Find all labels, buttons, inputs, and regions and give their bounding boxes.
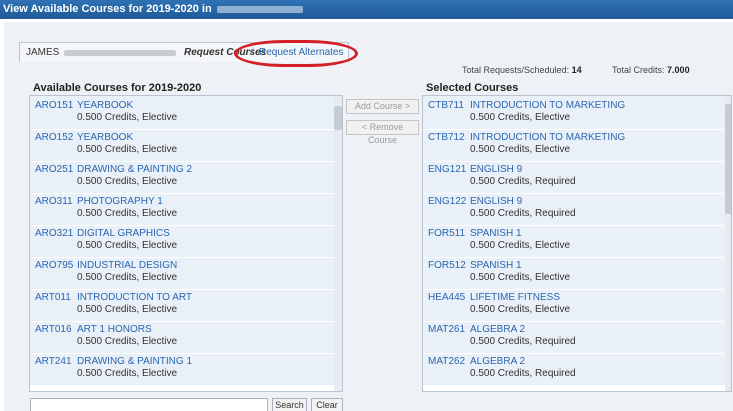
course-name[interactable]: DIGITAL GRAPHICS	[77, 228, 170, 239]
course-credits-detail: 0.500 Credits, Required	[470, 208, 576, 219]
course-code[interactable]: ARO321	[35, 228, 73, 239]
course-row[interactable]: ARO321 DIGITAL GRAPHICS 0.500 Credits, Ele…	[30, 224, 334, 258]
course-row[interactable]: FOR511 SPANISH 1 0.500 Credits, Elective	[423, 224, 725, 258]
course-code[interactable]: CTB712	[428, 132, 465, 143]
redacted-school-name	[216, 5, 303, 13]
course-name[interactable]: DRAWING & PAINTING 1	[77, 356, 192, 367]
course-credits-detail: 0.500 Credits, Required	[470, 368, 576, 379]
available-scrollbar[interactable]	[334, 96, 342, 391]
course-credits-detail: 0.500 Credits, Elective	[470, 304, 571, 315]
course-code[interactable]: FOR511	[428, 228, 465, 239]
course-name[interactable]: INTRODUCTION TO MARKETING	[470, 132, 625, 143]
course-credits-detail: 0.500 Credits, Elective	[77, 176, 178, 187]
course-name[interactable]: PHOTOGRAPHY 1	[77, 196, 163, 207]
selected-courses-list[interactable]: MAT262 ALGEBRA 2 0.500 Credits, Required MA…	[422, 95, 732, 392]
course-name[interactable]: DRAWING & PAINTING 2	[77, 164, 192, 175]
course-row[interactable]: MAT261 ALGEBRA 2 0.500 Credits, Required	[423, 320, 725, 354]
course-credits-detail: 0.500 Credits, Elective	[77, 144, 178, 155]
course-credits-detail: 0.500 Credits, Elective	[470, 272, 571, 283]
course-row[interactable]: ART011 INTRODUCTION TO ART 0.500 Credits, …	[30, 288, 334, 322]
course-row[interactable]: CTB711 INTRODUCTION TO MARKETING 0.500 Cre…	[423, 96, 725, 130]
course-row[interactable]: ENG122 ENGLISH 9 0.500 Credits, Required	[423, 192, 725, 226]
course-row[interactable]: ARO151 YEARBOOK 0.500 Credits, Elective	[30, 96, 334, 130]
course-code[interactable]: ENG121	[428, 164, 466, 175]
course-credits-detail: 0.500 Credits, Elective	[77, 112, 178, 123]
window-title-bar: View Available Courses for 2019-2020 in	[0, 0, 733, 19]
course-row[interactable]: MAT262 ALGEBRA 2 0.500 Credits, Required	[423, 352, 725, 386]
course-row[interactable]: ARO311 PHOTOGRAPHY 1 0.500 Credits, Electi…	[30, 192, 334, 226]
available-scroll-thumb[interactable]	[334, 106, 342, 130]
course-row[interactable]: ARO251 DRAWING & PAINTING 2 0.500 Credits,…	[30, 160, 334, 194]
course-code[interactable]: MAT262	[428, 356, 465, 367]
course-code[interactable]: ART241	[35, 356, 72, 367]
course-credits-detail: 0.500 Credits, Required	[470, 176, 576, 187]
course-search-input[interactable]	[30, 398, 268, 411]
search-button[interactable]: Search	[272, 398, 307, 411]
course-row[interactable]: ARO795 INDUSTRIAL DESIGN 0.500 Credits, El…	[30, 256, 334, 290]
course-row[interactable]: HEA445 LIFETIME FITNESS 0.500 Credits, Ele…	[423, 288, 725, 322]
course-code[interactable]: ARO151	[35, 100, 73, 111]
course-code[interactable]: ARO795	[35, 260, 73, 271]
clear-button[interactable]: Clear	[311, 398, 343, 411]
course-credits-detail: 0.500 Credits, Elective	[470, 144, 571, 155]
course-row[interactable]: CTB712 INTRODUCTION TO MARKETING 0.500 Cre…	[423, 128, 725, 162]
course-name[interactable]: YEARBOOK	[77, 132, 133, 143]
course-code[interactable]: ARO311	[35, 196, 73, 207]
course-name[interactable]: SPANISH 1	[470, 228, 522, 239]
course-credits-detail: 0.500 Credits, Elective	[77, 368, 178, 379]
course-code[interactable]: ARO251	[35, 164, 73, 175]
course-credits-detail: 0.500 Credits, Required	[470, 336, 576, 347]
window-title: View Available Courses for 2019-2020 in	[3, 3, 212, 15]
course-name[interactable]: INTRODUCTION TO MARKETING	[470, 100, 625, 111]
remove-course-button[interactable]: < Remove Course	[346, 120, 419, 145]
course-name[interactable]: ART 1 HONORS	[77, 324, 152, 335]
course-name[interactable]: ENGLISH 9	[470, 196, 522, 207]
course-code[interactable]: HEA445	[428, 292, 465, 303]
course-credits-detail: 0.500 Credits, Elective	[470, 112, 571, 123]
selected-scroll-thumb[interactable]	[725, 104, 731, 214]
course-name[interactable]: YEARBOOK	[77, 100, 133, 111]
course-code[interactable]: CTB711	[428, 100, 464, 111]
redacted-student-info	[64, 50, 176, 56]
highlight-circle-annotation	[234, 40, 358, 67]
course-name[interactable]: ALGEBRA 2	[470, 356, 525, 367]
course-row[interactable]: ENG121 ENGLISH 9 0.500 Credits, Required	[423, 160, 725, 194]
course-credits-detail: 0.500 Credits, Elective	[77, 304, 178, 315]
selected-courses-heading: Selected Courses	[426, 82, 519, 94]
course-name[interactable]: LIFETIME FITNESS	[470, 292, 560, 303]
total-requests: Total Requests/Scheduled: 14	[462, 65, 582, 75]
selected-scrollbar[interactable]	[725, 96, 731, 391]
total-requests-value: 14	[571, 65, 582, 75]
course-code[interactable]: FOR512	[428, 260, 466, 271]
course-row[interactable]: ART241 DRAWING & PAINTING 1 0.500 Credits,…	[30, 352, 334, 386]
course-row[interactable]: ARO152 YEARBOOK 0.500 Credits, Elective	[30, 128, 334, 162]
course-code[interactable]: ARO152	[35, 132, 73, 143]
course-name[interactable]: ENGLISH 9	[470, 164, 522, 175]
available-courses-heading: Available Courses for 2019-2020	[33, 82, 202, 94]
course-name[interactable]: INTRODUCTION TO ART	[77, 292, 192, 303]
course-credits-detail: 0.500 Credits, Elective	[470, 240, 571, 251]
course-code[interactable]: MAT261	[428, 324, 465, 335]
course-row[interactable]: FOR512 SPANISH 1 0.500 Credits, Elective	[423, 256, 725, 290]
course-code[interactable]: ART016	[35, 324, 72, 335]
total-credits-value: 7.000	[667, 65, 690, 75]
course-credits-detail: 0.500 Credits, Elective	[77, 208, 178, 219]
total-credits: Total Credits: 7.000	[612, 65, 690, 75]
total-credits-label: Total Credits:	[612, 65, 665, 75]
add-course-button[interactable]: Add Course >	[346, 99, 419, 114]
course-code[interactable]: ENG122	[428, 196, 466, 207]
course-credits-detail: 0.500 Credits, Elective	[77, 240, 178, 251]
course-code[interactable]: ART011	[35, 292, 71, 303]
course-name[interactable]: INDUSTRIAL DESIGN	[77, 260, 177, 271]
course-name[interactable]: ALGEBRA 2	[470, 324, 525, 335]
course-credits-detail: 0.500 Credits, Elective	[77, 336, 178, 347]
course-credits-detail: 0.500 Credits, Elective	[77, 272, 178, 283]
student-first-name: JAMES	[26, 47, 60, 58]
course-name[interactable]: SPANISH 1	[470, 260, 522, 271]
total-requests-label: Total Requests/Scheduled:	[462, 65, 570, 75]
course-row[interactable]: ART016 ART 1 HONORS 0.500 Credits, Electiv…	[30, 320, 334, 354]
available-courses-list[interactable]: ART241 DRAWING & PAINTING 1 0.500 Credits,…	[29, 95, 343, 392]
